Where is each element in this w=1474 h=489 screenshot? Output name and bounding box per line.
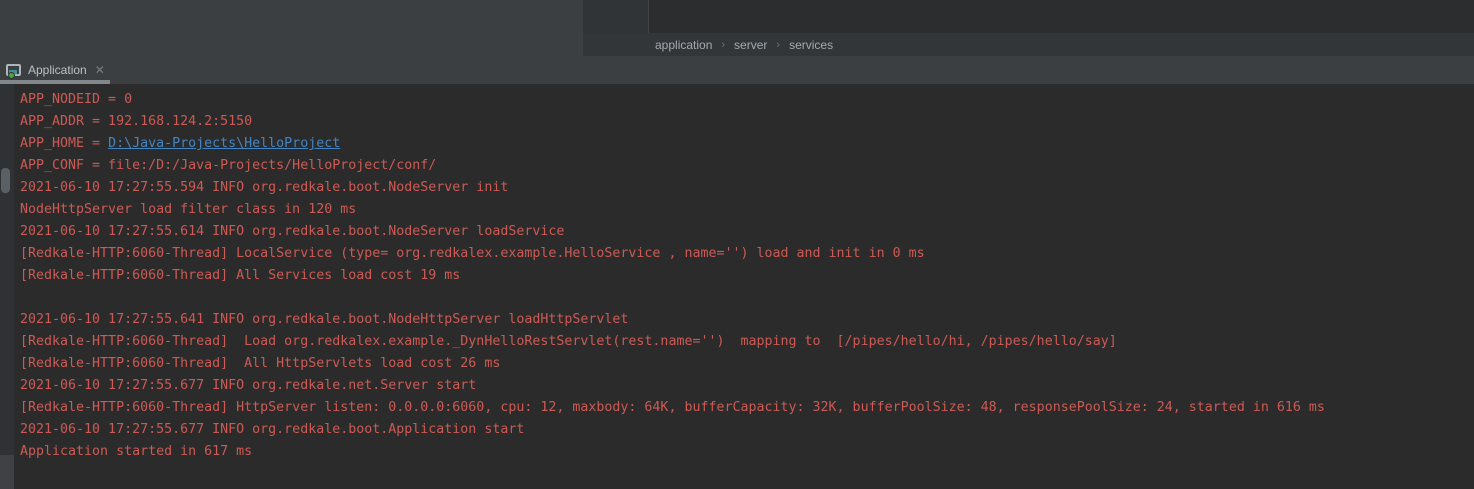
console-text: Application started in 617 ms	[20, 444, 252, 459]
console-panel[interactable]: APP_NODEID = 0 APP_ADDR = 192.168.124.2:5…	[0, 84, 1474, 489]
gutter-bottom-block	[0, 455, 14, 489]
console-text: APP_ADDR = 192.168.124.2:5150	[20, 114, 252, 129]
tab-label: Application	[28, 63, 87, 77]
close-icon[interactable]: ✕	[95, 63, 105, 77]
console-text: 2021-06-10 17:27:55.677 INFO org.redkale…	[20, 378, 476, 393]
run-toolwindow-tab-bar: Application ✕	[0, 56, 1474, 84]
console-text: [Redkale-HTTP:6060-Thread] Load org.redk…	[20, 334, 1117, 349]
console-line: APP_CONF = file:/D:/Java-Projects/HelloP…	[20, 155, 1474, 177]
console-line: [Redkale-HTTP:6060-Thread] Load org.redk…	[20, 331, 1474, 353]
editor-background	[583, 0, 1474, 33]
console-line: 2021-06-10 17:27:55.614 INFO org.redkale…	[20, 221, 1474, 243]
running-green-dot	[8, 72, 15, 79]
file-link[interactable]: D:\Java-Projects\HelloProject	[108, 136, 340, 151]
console-line: APP_HOME = D:\Java-Projects\HelloProject	[20, 133, 1474, 155]
console-line: [Redkale-HTTP:6060-Thread] All Services …	[20, 265, 1474, 287]
console-gutter	[0, 84, 14, 489]
console-output: APP_NODEID = 0 APP_ADDR = 192.168.124.2:5…	[0, 84, 1474, 463]
console-text: [Redkale-HTTP:6060-Thread] All HttpServl…	[20, 356, 500, 371]
console-line: NodeHttpServer load filter class in 120 …	[20, 199, 1474, 221]
console-line: 2021-06-10 17:27:55.594 INFO org.redkale…	[20, 177, 1474, 199]
run-console-icon	[5, 63, 22, 78]
console-text: 2021-06-10 17:27:55.614 INFO org.redkale…	[20, 224, 564, 239]
console-text: APP_HOME =	[20, 136, 108, 151]
console-text: [Redkale-HTTP:6060-Thread] All Services …	[20, 268, 460, 283]
console-text: [Redkale-HTTP:6060-Thread] HttpServer li…	[20, 400, 1325, 415]
console-text: APP_CONF = file:/D:/Java-Projects/HelloP…	[20, 158, 436, 173]
editor-gutter-area	[583, 0, 648, 33]
console-text: [Redkale-HTTP:6060-Thread] LocalService …	[20, 246, 925, 261]
console-line: 2021-06-10 17:27:55.677 INFO org.redkale…	[20, 375, 1474, 397]
editor-divider	[648, 0, 649, 33]
top-left-panel	[0, 0, 583, 56]
console-line: APP_ADDR = 192.168.124.2:5150	[20, 111, 1474, 133]
breadcrumb-item-application[interactable]: application	[655, 38, 712, 52]
breadcrumb: application › server › services	[583, 33, 1474, 56]
console-line: 2021-06-10 17:27:55.641 INFO org.redkale…	[20, 309, 1474, 331]
console-text: 2021-06-10 17:27:55.594 INFO org.redkale…	[20, 180, 508, 195]
console-text: NodeHttpServer load filter class in 120 …	[20, 202, 356, 217]
console-text: APP_NODEID = 0	[20, 92, 132, 107]
console-text: 2021-06-10 17:27:55.677 INFO org.redkale…	[20, 422, 524, 437]
breadcrumb-separator-icon: ›	[721, 39, 725, 51]
scrollbar-thumb[interactable]	[1, 168, 10, 193]
breadcrumb-item-server[interactable]: server	[734, 38, 767, 52]
console-line: [Redkale-HTTP:6060-Thread] HttpServer li…	[20, 397, 1474, 419]
console-line: Application started in 617 ms	[20, 441, 1474, 463]
breadcrumb-item-services[interactable]: services	[789, 38, 833, 52]
console-line: 2021-06-10 17:27:55.677 INFO org.redkale…	[20, 419, 1474, 441]
console-text: 2021-06-10 17:27:55.641 INFO org.redkale…	[20, 312, 628, 327]
breadcrumb-separator-icon: ›	[776, 39, 780, 51]
console-line: APP_NODEID = 0	[20, 89, 1474, 111]
console-line	[20, 287, 1474, 309]
console-line: [Redkale-HTTP:6060-Thread] All HttpServl…	[20, 353, 1474, 375]
console-line: [Redkale-HTTP:6060-Thread] LocalService …	[20, 243, 1474, 265]
